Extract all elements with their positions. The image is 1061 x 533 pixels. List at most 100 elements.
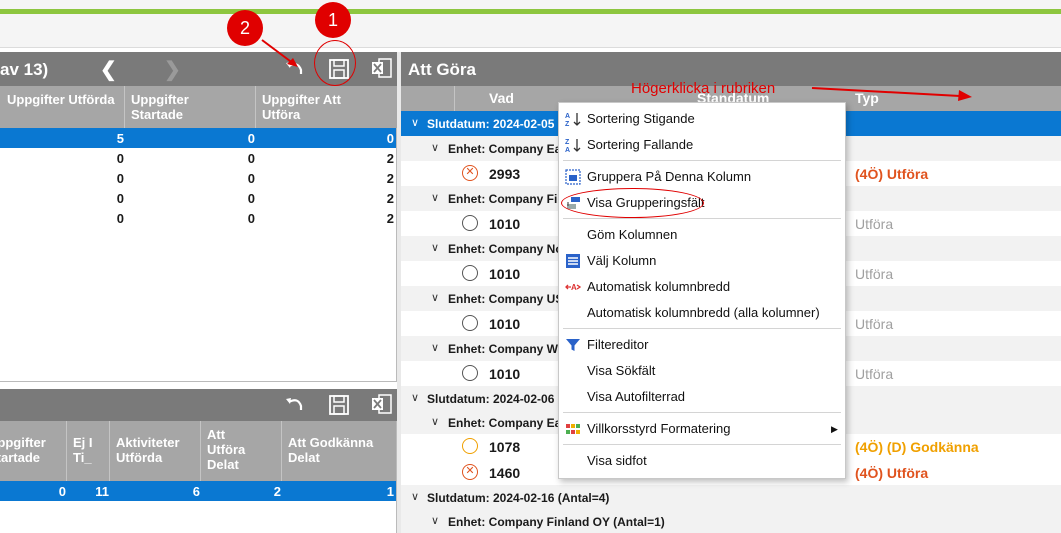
table-row[interactable]: 0 0 2 xyxy=(0,208,396,228)
app-top-bar xyxy=(0,0,1061,48)
menu-item-show-footer[interactable]: Visa sidfot xyxy=(559,449,845,473)
table-cell: 2 xyxy=(386,171,394,186)
table-cell: 0 xyxy=(116,211,124,226)
menu-item-show-autofilter-row[interactable]: Visa Autofilterrad xyxy=(559,385,845,409)
annotation-arrow xyxy=(261,39,298,67)
table-cell: 0 xyxy=(247,151,255,166)
open-status-icon xyxy=(462,265,478,281)
svg-text:A: A xyxy=(565,113,570,120)
column-header-ej-i-tid[interactable]: Ej I Ti_ xyxy=(73,435,101,465)
svg-text:Z: Z xyxy=(565,139,570,146)
column-header-att-godkanna-delat[interactable]: Att Godkänna Delat xyxy=(288,435,388,465)
item-type: (4Ö) Utföra xyxy=(855,465,929,481)
item-type: Utföra xyxy=(855,216,894,232)
column-header-uppgifter-att-utfora[interactable]: Uppgifter Att Utföra xyxy=(262,92,382,122)
annotation-highlight-save xyxy=(314,40,356,86)
item-id: 1010 xyxy=(489,216,521,232)
table-cell: 0 xyxy=(247,131,255,146)
column-chooser-icon xyxy=(566,254,580,268)
right-panel-title: Att Göra xyxy=(408,60,476,79)
group-label: Slutdatum: 2024-02-16 (Antal=4) xyxy=(427,491,610,505)
table-cell: 2 xyxy=(386,151,394,166)
left-bottom-panel-header xyxy=(0,389,397,421)
left-top-grid: 5 0 0 0 0 2 0 0 2 0 0 2 0 0 2 xyxy=(0,128,397,382)
menu-item-label: Välj Kolumn xyxy=(587,253,657,268)
overdue-status-icon: ✕ xyxy=(462,464,478,480)
table-row[interactable]: 0 0 2 xyxy=(0,188,396,208)
menu-item-best-fit[interactable]: A Automatisk kolumnbredd xyxy=(559,275,845,299)
group-row[interactable]: ∨ Enhet: Company Finland OY (Antal=1) xyxy=(401,509,1061,533)
annotation-badge-1: 1 xyxy=(315,2,351,38)
table-cell: 0 xyxy=(58,484,66,499)
item-id: 2993 xyxy=(489,166,521,182)
menu-item-group-by-column[interactable]: Gruppera På Denna Kolumn xyxy=(559,165,845,189)
overdue-status-icon: ✕ xyxy=(462,165,478,181)
menu-item-best-fit-all[interactable]: Automatisk kolumnbredd (alla kolumner) xyxy=(559,301,845,325)
menu-item-column-chooser[interactable]: Välj Kolumn xyxy=(559,249,845,273)
group-row[interactable]: ∨ Slutdatum: 2024-02-16 (Antal=4) xyxy=(401,485,1061,509)
save-icon[interactable] xyxy=(328,394,350,416)
open-status-icon xyxy=(462,315,478,331)
column-header-att-utfora-delat[interactable]: Att Utföra Delat xyxy=(207,427,255,472)
submenu-arrow-icon: ▶ xyxy=(831,424,838,434)
group-label: Enhet: Company Eas xyxy=(448,416,569,430)
table-cell: 0 xyxy=(247,211,255,226)
next-page-icon[interactable]: ❯ xyxy=(164,57,181,82)
prev-page-icon[interactable]: ❮ xyxy=(100,57,117,82)
group-label: Slutdatum: 2024-02-06 xyxy=(427,392,555,406)
left-top-panel-title: av 13) xyxy=(0,60,49,79)
left-top-column-header-row: Uppgifter Utförda Uppgifter Startade Upp… xyxy=(0,86,397,128)
menu-item-sort-descending[interactable]: ZA Sortering Fallande xyxy=(559,133,845,157)
table-row[interactable]: 0 0 2 xyxy=(0,168,396,188)
table-row[interactable]: 5 0 0 xyxy=(0,128,396,148)
svg-text:A: A xyxy=(571,283,577,292)
undo-icon[interactable] xyxy=(283,394,305,416)
menu-item-label: Sortering Stigande xyxy=(587,111,695,126)
accent-stripe xyxy=(0,9,1061,14)
group-label: Enhet: Company US xyxy=(448,292,564,306)
excel-export-icon[interactable] xyxy=(371,393,393,415)
table-row[interactable]: 0 11 6 2 1 xyxy=(0,481,396,501)
column-header-uppgifter-startade[interactable]: Uppgifter Startade xyxy=(0,435,52,465)
menu-item-label: Automatisk kolumnbredd xyxy=(587,279,731,294)
menu-separator xyxy=(563,328,841,329)
table-cell: 0 xyxy=(116,151,124,166)
menu-item-sort-ascending[interactable]: AZ Sortering Stigande xyxy=(559,107,845,131)
table-cell: 1 xyxy=(386,484,394,499)
group-by-column-icon xyxy=(565,169,581,185)
item-type: Utföra xyxy=(855,316,894,332)
table-row[interactable]: 0 0 2 xyxy=(0,148,396,168)
group-label: Enhet: Company We xyxy=(448,342,565,356)
table-cell: 0 xyxy=(247,191,255,206)
best-fit-icon: A xyxy=(565,283,581,292)
group-label: Enhet: Company Nor xyxy=(448,242,568,256)
item-id: 1010 xyxy=(489,316,521,332)
sort-ascending-icon: AZ xyxy=(565,113,581,127)
item-type: (4Ö) (D) Godkänna xyxy=(855,439,979,455)
menu-item-label: Visa sidfot xyxy=(587,453,647,468)
menu-item-label: Automatisk kolumnbredd (alla kolumner) xyxy=(587,305,820,320)
menu-item-label: Villkorsstyrd Formatering xyxy=(587,421,731,436)
sort-descending-icon: ZA xyxy=(565,139,581,153)
annotation-arrow xyxy=(811,87,972,101)
menu-item-show-search[interactable]: Visa Sökfält xyxy=(559,359,845,383)
table-cell: 2 xyxy=(386,211,394,226)
menu-item-filter-editor[interactable]: Filtereditor xyxy=(559,333,845,357)
column-header-aktiviteter-utforda[interactable]: Aktiviteter Utförda xyxy=(116,435,196,465)
column-header-uppgifter-utforda[interactable]: Uppgifter Utförda xyxy=(7,92,117,107)
menu-item-label: Visa Sökfält xyxy=(587,363,656,378)
menu-separator xyxy=(563,412,841,413)
column-header-uppgifter-startade[interactable]: Uppgifter Startade xyxy=(131,92,241,122)
item-type: (4Ö) Utföra xyxy=(855,166,929,182)
column-header-vad[interactable]: Vad xyxy=(489,91,514,106)
item-id: 1010 xyxy=(489,266,521,282)
menu-item-hide-column[interactable]: Göm Kolumnen xyxy=(559,223,845,247)
open-status-icon xyxy=(462,365,478,381)
column-context-menu: AZ Sortering Stigande ZA Sortering Falla… xyxy=(558,102,846,479)
pending-status-icon xyxy=(462,438,478,454)
item-type: Utföra xyxy=(855,366,894,382)
excel-export-icon[interactable] xyxy=(371,57,393,79)
menu-separator xyxy=(563,218,841,219)
item-id: 1010 xyxy=(489,366,521,382)
menu-item-conditional-formatting[interactable]: Villkorsstyrd Formatering ▶ xyxy=(559,417,845,441)
